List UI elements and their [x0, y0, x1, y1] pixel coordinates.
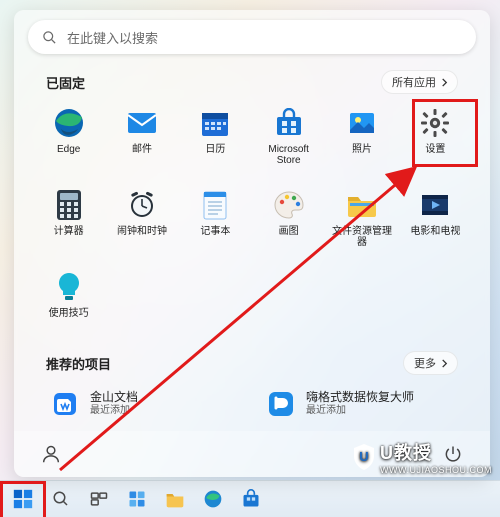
- palette-icon: [272, 188, 306, 222]
- recommended-subtitle: 最近添加: [306, 405, 414, 417]
- user-icon: [40, 443, 62, 465]
- app-label: 日历: [205, 144, 225, 155]
- power-icon: [443, 444, 463, 464]
- search-icon: [42, 30, 57, 45]
- recommended-subtitle: 最近添加: [90, 405, 138, 417]
- taskbar: [0, 480, 500, 517]
- app-label: 计算器: [54, 226, 84, 237]
- app-mail[interactable]: 邮件: [105, 102, 178, 170]
- store-icon: [241, 489, 261, 509]
- lightbulb-icon: [52, 270, 86, 304]
- photos-icon: [345, 106, 379, 140]
- folder-icon: [345, 188, 379, 222]
- notepad-icon: [198, 188, 232, 222]
- app-edge[interactable]: Edge: [32, 102, 105, 170]
- recommended-item-wps[interactable]: 金山文档 最近添加: [46, 383, 242, 425]
- recommended-title: 嗨格式数据恢复大师: [306, 391, 414, 405]
- app-movies[interactable]: 电影和电视: [399, 184, 472, 252]
- more-label: 更多: [414, 355, 436, 371]
- windows-logo-icon: [12, 488, 34, 510]
- app-label: 设置: [425, 144, 445, 155]
- app-label: 闹钟和时钟: [117, 226, 167, 237]
- app-tips[interactable]: 使用技巧: [32, 266, 105, 323]
- app-label: Microsoft Store: [257, 144, 321, 166]
- app-label: 画图: [279, 226, 299, 237]
- taskbar-search-button[interactable]: [46, 484, 76, 514]
- search-placeholder: 在此键入以搜索: [67, 28, 158, 47]
- app-label: 电影和电视: [410, 226, 460, 237]
- app-label: 使用技巧: [49, 308, 89, 319]
- recommended-header: 推荐的项目: [46, 354, 111, 373]
- app-alarms[interactable]: 闹钟和时钟: [105, 184, 178, 252]
- taskbar-explorer-button[interactable]: [160, 484, 190, 514]
- widgets-icon: [127, 489, 147, 509]
- app-label: 文件资源管理器: [330, 226, 394, 248]
- user-account-button[interactable]: [36, 439, 66, 469]
- start-button[interactable]: [8, 484, 38, 514]
- calculator-icon: [52, 188, 86, 222]
- app-explorer[interactable]: 文件资源管理器: [325, 184, 398, 252]
- recovery-app-icon: [266, 389, 296, 419]
- app-notepad[interactable]: 记事本: [179, 184, 252, 252]
- app-label: 邮件: [132, 144, 152, 155]
- chevron-right-icon: [440, 359, 449, 368]
- app-label: Edge: [57, 144, 80, 155]
- all-apps-label: 所有应用: [392, 74, 436, 90]
- chevron-right-icon: [440, 78, 449, 87]
- task-view-button[interactable]: [84, 484, 114, 514]
- all-apps-button[interactable]: 所有应用: [381, 70, 458, 94]
- calendar-icon: [198, 106, 232, 140]
- app-photos[interactable]: 照片: [325, 102, 398, 170]
- recommended-item-recovery[interactable]: 嗨格式数据恢复大师 最近添加: [262, 383, 458, 425]
- app-calculator[interactable]: 计算器: [32, 184, 105, 252]
- app-store[interactable]: Microsoft Store: [252, 102, 325, 170]
- start-footer: [14, 431, 490, 477]
- start-menu-panel: 在此键入以搜索 已固定 所有应用 Edge 邮件 日历: [14, 10, 490, 477]
- app-label: 记事本: [200, 226, 230, 237]
- pinned-apps-grid: Edge 邮件 日历 Microsoft Store 照片: [32, 102, 472, 323]
- taskbar-store-button[interactable]: [236, 484, 266, 514]
- wps-docs-icon: [50, 389, 80, 419]
- app-paint[interactable]: 画图: [252, 184, 325, 252]
- recommended-title: 金山文档: [90, 391, 138, 405]
- edge-icon: [52, 106, 86, 140]
- gear-icon: [418, 106, 452, 140]
- power-button[interactable]: [438, 439, 468, 469]
- folder-icon: [165, 490, 185, 508]
- search-icon: [52, 490, 70, 508]
- taskbar-edge-button[interactable]: [198, 484, 228, 514]
- app-label: 照片: [352, 144, 372, 155]
- widgets-button[interactable]: [122, 484, 152, 514]
- task-view-icon: [89, 489, 109, 509]
- search-input[interactable]: 在此键入以搜索: [28, 20, 476, 54]
- movies-icon: [418, 188, 452, 222]
- clock-icon: [125, 188, 159, 222]
- recommended-list: 金山文档 最近添加 嗨格式数据恢复大师 最近添加: [46, 383, 458, 425]
- store-icon: [272, 106, 306, 140]
- app-calendar[interactable]: 日历: [179, 102, 252, 170]
- more-button[interactable]: 更多: [403, 351, 458, 375]
- mail-icon: [125, 106, 159, 140]
- app-settings[interactable]: 设置: [399, 102, 472, 170]
- pinned-header: 已固定: [46, 73, 85, 92]
- edge-icon: [203, 489, 223, 509]
